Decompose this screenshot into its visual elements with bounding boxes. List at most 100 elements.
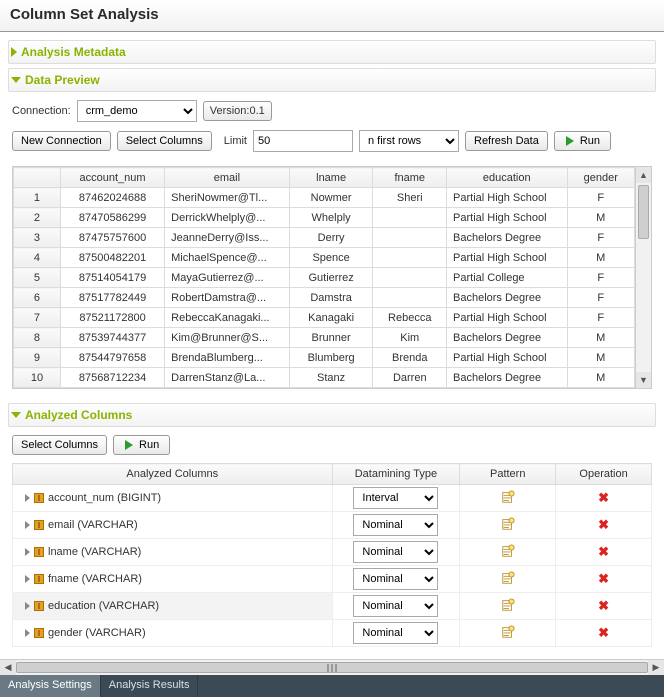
- tab-analysis-results[interactable]: Analysis Results: [101, 675, 199, 697]
- table-cell: 2: [14, 208, 61, 228]
- datamining-type-select[interactable]: Nominal: [353, 595, 438, 617]
- scroll-right-icon[interactable]: ▶: [648, 660, 664, 676]
- section-metadata-header[interactable]: Analysis Metadata: [8, 40, 656, 64]
- run-analysis-button[interactable]: Run: [113, 435, 170, 455]
- scroll-down-icon[interactable]: ▼: [636, 372, 651, 388]
- chevron-right-icon: [11, 47, 17, 57]
- expand-icon[interactable]: [25, 494, 30, 502]
- table-row[interactable]: 687517782449RobertDamstra@...DamstraBach…: [14, 288, 635, 308]
- datamining-type-select[interactable]: Nominal: [353, 514, 438, 536]
- chevron-down-icon: [11, 77, 21, 83]
- col-header-type[interactable]: Datamining Type: [332, 464, 460, 485]
- analyzed-row[interactable]: fname (VARCHAR) Nominal ✖: [13, 566, 652, 593]
- expand-icon[interactable]: [25, 548, 30, 556]
- section-preview-header[interactable]: Data Preview: [8, 68, 656, 92]
- table-cell: Damstra: [289, 288, 373, 308]
- datamining-type-select[interactable]: Nominal: [353, 622, 438, 644]
- table-cell: Partial High School: [447, 248, 568, 268]
- analyzed-row[interactable]: education (VARCHAR)Nominal✖: [13, 593, 652, 620]
- table-cell: RobertDamstra@...: [165, 288, 290, 308]
- table-row[interactable]: 887539744377Kim@Brunner@S...BrunnerKimBa…: [14, 328, 635, 348]
- connection-label: Connection:: [12, 105, 71, 117]
- table-row[interactable]: 287470586299DerrickWhelply@...WhelplyPar…: [14, 208, 635, 228]
- preview-col-header[interactable]: gender: [567, 168, 634, 188]
- analyzed-col-label: gender (VARCHAR): [48, 627, 146, 639]
- scroll-up-icon[interactable]: ▲: [636, 167, 651, 183]
- table-cell: Bachelors Degree: [447, 368, 568, 388]
- col-header-operation[interactable]: Operation: [556, 464, 652, 485]
- table-cell: 8: [14, 328, 61, 348]
- vertical-scrollbar[interactable]: ▲ ▼: [635, 167, 651, 388]
- datamining-type-select[interactable]: Nominal: [353, 568, 438, 590]
- analyzed-col-label: email (VARCHAR): [48, 519, 138, 531]
- analyzed-col-label: fname (VARCHAR): [48, 573, 142, 585]
- column-icon: [34, 628, 44, 638]
- preview-col-header[interactable]: lname: [289, 168, 373, 188]
- table-row[interactable]: 587514054179MayaGutierrez@...GutierrezPa…: [14, 268, 635, 288]
- select-columns-button-2[interactable]: Select Columns: [12, 435, 107, 455]
- delete-icon[interactable]: ✖: [598, 625, 609, 640]
- datamining-type-select[interactable]: Interval: [353, 487, 438, 509]
- delete-icon[interactable]: ✖: [598, 490, 609, 505]
- table-cell: 87521172800: [60, 308, 164, 328]
- table-cell: [373, 288, 447, 308]
- preview-col-header[interactable]: account_num: [60, 168, 164, 188]
- table-cell: Bachelors Degree: [447, 328, 568, 348]
- table-cell: 5: [14, 268, 61, 288]
- table-cell: 87544797658: [60, 348, 164, 368]
- col-header-analyzed[interactable]: Analyzed Columns: [13, 464, 333, 485]
- table-cell: F: [567, 288, 634, 308]
- analyzed-row[interactable]: account_num (BIGINT)Interval✖: [13, 485, 652, 512]
- delete-icon[interactable]: ✖: [598, 517, 609, 532]
- table-row[interactable]: 187462024688SheriNowmer@Tl...NowmerSheri…: [14, 188, 635, 208]
- scroll-thumb-h[interactable]: [16, 662, 648, 673]
- expand-icon[interactable]: [25, 629, 30, 637]
- analyzed-row[interactable]: lname (VARCHAR)Nominal✖: [13, 539, 652, 566]
- preview-table: account_numemaillnamefnameeducationgende…: [13, 167, 635, 388]
- delete-icon[interactable]: ✖: [598, 544, 609, 559]
- analyzed-row[interactable]: email (VARCHAR) Nominal ✖: [13, 512, 652, 539]
- horizontal-scrollbar[interactable]: ◀ ▶: [0, 659, 664, 675]
- preview-col-header[interactable]: [14, 168, 61, 188]
- preview-col-header[interactable]: education: [447, 168, 568, 188]
- table-row[interactable]: 987544797658BrendaBlumberg...BlumbergBre…: [14, 348, 635, 368]
- table-row[interactable]: 487500482201MichaelSpence@...SpenceParti…: [14, 248, 635, 268]
- table-row[interactable]: 1087568712234DarrenStanz@La...StanzDarre…: [14, 368, 635, 388]
- select-columns-button[interactable]: Select Columns: [117, 131, 212, 151]
- table-cell: 6: [14, 288, 61, 308]
- table-cell: BrendaBlumberg...: [165, 348, 290, 368]
- scroll-thumb[interactable]: [638, 185, 649, 239]
- analyzed-row[interactable]: gender (VARCHAR) Nominal ✖: [13, 620, 652, 647]
- run-preview-button[interactable]: Run: [554, 131, 611, 151]
- preview-col-header[interactable]: fname: [373, 168, 447, 188]
- preview-col-header[interactable]: email: [165, 168, 290, 188]
- tab-analysis-settings[interactable]: Analysis Settings: [0, 675, 101, 697]
- delete-icon[interactable]: ✖: [598, 598, 609, 613]
- row-mode-select[interactable]: n first rows: [359, 130, 459, 152]
- scroll-left-icon[interactable]: ◀: [0, 660, 16, 676]
- refresh-data-button[interactable]: Refresh Data: [465, 131, 548, 151]
- expand-icon[interactable]: [25, 575, 30, 583]
- table-cell: Stanz: [289, 368, 373, 388]
- col-header-pattern[interactable]: Pattern: [460, 464, 556, 485]
- pattern-icon[interactable]: [501, 603, 515, 615]
- new-connection-button[interactable]: New Connection: [12, 131, 111, 151]
- column-icon: [34, 547, 44, 557]
- pattern-icon[interactable]: [501, 630, 515, 642]
- table-row[interactable]: 787521172800RebeccaKanagaki...KanagakiRe…: [14, 308, 635, 328]
- pattern-icon[interactable]: [501, 549, 515, 561]
- delete-icon[interactable]: ✖: [598, 571, 609, 586]
- section-analyzed-header[interactable]: Analyzed Columns: [8, 403, 656, 427]
- expand-icon[interactable]: [25, 602, 30, 610]
- limit-input[interactable]: [253, 130, 353, 152]
- table-cell: F: [567, 228, 634, 248]
- expand-icon[interactable]: [25, 521, 30, 529]
- page-title: Column Set Analysis: [0, 0, 664, 32]
- pattern-icon[interactable]: [501, 522, 515, 534]
- pattern-icon[interactable]: [501, 576, 515, 588]
- table-cell: F: [567, 188, 634, 208]
- datamining-type-select[interactable]: Nominal: [353, 541, 438, 563]
- table-row[interactable]: 387475757600JeanneDerry@Iss...DerryBache…: [14, 228, 635, 248]
- connection-select[interactable]: crm_demo: [77, 100, 197, 122]
- pattern-icon[interactable]: [501, 495, 515, 507]
